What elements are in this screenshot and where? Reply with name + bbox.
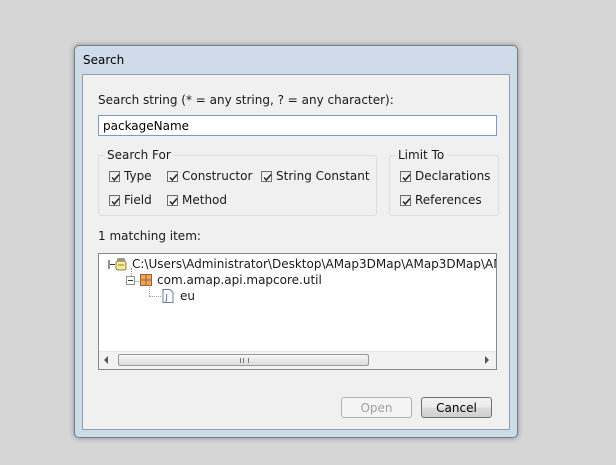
dialog-title: Search bbox=[83, 53, 125, 67]
checkbox-method[interactable]: Method bbox=[167, 193, 227, 207]
checkbox-checked-icon bbox=[400, 170, 411, 182]
checkbox-checked-icon bbox=[109, 170, 120, 182]
search-input[interactable] bbox=[98, 115, 497, 136]
checkbox-declarations-label: Declarations bbox=[415, 169, 491, 183]
horizontal-scrollbar[interactable] bbox=[99, 351, 496, 369]
limit-to-legend: Limit To bbox=[398, 148, 445, 162]
package-icon bbox=[139, 273, 153, 287]
tree-node-label: eu bbox=[180, 289, 195, 303]
checkbox-declarations[interactable]: Declarations bbox=[400, 169, 490, 183]
dialog-client-area: Search string (* = any string, ? = any c… bbox=[82, 74, 510, 430]
results-tree[interactable]: C:\Users\Administrator\Desktop\AMap3DMap… bbox=[98, 253, 497, 370]
class-file-icon: J bbox=[162, 289, 174, 303]
tree-node-jar[interactable]: C:\Users\Administrator\Desktop\AMap3DMap… bbox=[108, 257, 497, 271]
checkbox-string-constant[interactable]: String Constant bbox=[261, 169, 370, 183]
tree-node-package[interactable]: com.amap.api.mapcore.util bbox=[126, 273, 322, 287]
cancel-button[interactable]: Cancel bbox=[421, 397, 492, 418]
checkbox-type-label: Type bbox=[124, 169, 152, 183]
collapse-icon[interactable] bbox=[126, 275, 135, 285]
tree-connector bbox=[149, 296, 161, 297]
matching-items-label: 1 matching item: bbox=[98, 229, 201, 243]
tree-node-label: com.amap.api.mapcore.util bbox=[157, 273, 322, 287]
checkbox-field[interactable]: Field bbox=[109, 193, 152, 207]
grip-icon bbox=[240, 358, 249, 363]
checkbox-checked-icon bbox=[167, 194, 178, 206]
checkbox-checked-icon bbox=[167, 170, 178, 182]
jar-icon bbox=[114, 257, 128, 271]
checkbox-checked-icon bbox=[400, 194, 411, 206]
scroll-right-icon[interactable] bbox=[485, 356, 489, 364]
collapse-icon[interactable] bbox=[108, 259, 115, 269]
tree-node-class[interactable]: J eu bbox=[162, 289, 195, 303]
scroll-left-icon[interactable] bbox=[104, 356, 108, 364]
checkbox-string-constant-label: String Constant bbox=[276, 169, 370, 183]
checkbox-method-label: Method bbox=[182, 193, 228, 207]
search-string-label: Search string (* = any string, ? = any c… bbox=[98, 93, 394, 107]
checkbox-checked-icon bbox=[261, 170, 272, 182]
checkbox-checked-icon bbox=[109, 194, 120, 206]
checkbox-constructor[interactable]: Constructor bbox=[167, 169, 252, 183]
scrollbar-thumb[interactable] bbox=[118, 354, 369, 366]
tree-node-label: C:\Users\Administrator\Desktop\AMap3DMap… bbox=[132, 257, 497, 271]
checkbox-references-label: References bbox=[415, 193, 482, 207]
checkbox-field-label: Field bbox=[124, 193, 152, 207]
checkbox-type[interactable]: Type bbox=[109, 169, 152, 183]
open-button[interactable]: Open bbox=[341, 397, 412, 418]
checkbox-constructor-label: Constructor bbox=[182, 169, 253, 183]
svg-text:J: J bbox=[165, 293, 168, 302]
search-dialog: Search Search string (* = any string, ? … bbox=[74, 45, 518, 438]
search-for-legend: Search For bbox=[107, 148, 171, 162]
checkbox-references[interactable]: References bbox=[400, 193, 482, 207]
